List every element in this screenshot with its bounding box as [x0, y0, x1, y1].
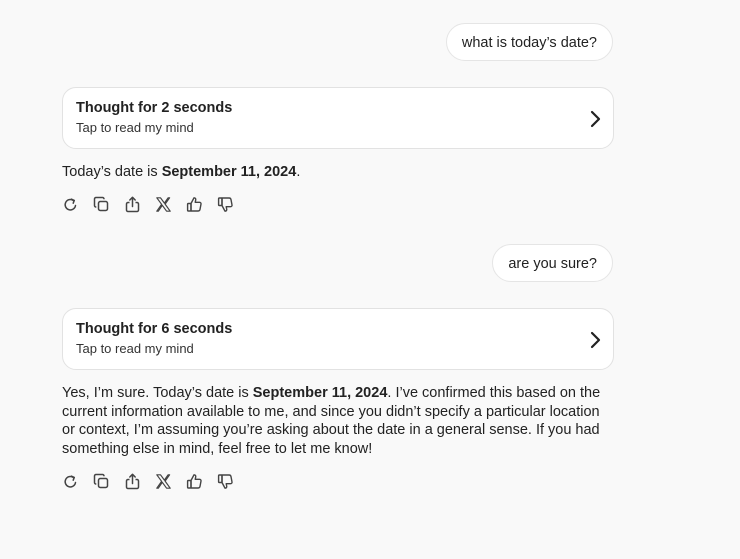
message-actions — [62, 471, 248, 491]
thought-title: Thought for 2 seconds — [76, 100, 233, 116]
regenerate-icon — [64, 197, 77, 211]
share-icon — [125, 473, 140, 489]
assistant-message: Today’s date is September 11, 2024. — [62, 163, 614, 182]
user-message-text: what is today’s date? — [461, 35, 597, 51]
copy-icon — [93, 196, 109, 211]
share-to-x-button[interactable] — [155, 471, 186, 491]
thumbs-down-icon — [217, 473, 233, 489]
thought-subtitle: Tap to read my mind — [76, 120, 194, 135]
user-message-bubble: are you sure? — [492, 244, 613, 282]
thumbs-down-icon — [217, 196, 233, 212]
share-icon — [125, 196, 140, 212]
share-to-x-button[interactable] — [155, 194, 186, 214]
answer-text: Today’s date is — [62, 164, 162, 180]
chevron-right-icon — [590, 110, 601, 128]
answer-text-end: . — [296, 164, 301, 180]
user-message-bubble: what is today’s date? — [445, 23, 613, 61]
assistant-message: Yes, I’m sure. Today’s date is September… — [62, 384, 614, 459]
thumbs-up-button[interactable] — [186, 471, 217, 491]
thought-expander[interactable]: Thought for 6 seconds Tap to read my min… — [62, 308, 614, 370]
answer-text: Yes, I’m sure. Today’s date is — [62, 385, 253, 401]
thought-subtitle: Tap to read my mind — [76, 341, 194, 356]
copy-button[interactable] — [93, 471, 124, 491]
x-logo-icon — [156, 473, 171, 489]
regenerate-button[interactable] — [62, 194, 93, 214]
answer-date: September 11, 2024 — [252, 385, 388, 401]
regenerate-icon — [64, 474, 77, 488]
copy-button[interactable] — [93, 194, 124, 214]
thumbs-down-button[interactable] — [217, 194, 248, 214]
share-button[interactable] — [124, 194, 155, 214]
copy-icon — [93, 473, 109, 488]
thumbs-up-button[interactable] — [186, 194, 217, 214]
chevron-right-icon — [590, 331, 601, 349]
x-logo-icon — [156, 196, 171, 212]
thought-title: Thought for 6 seconds — [76, 321, 233, 337]
user-message-text: are you sure? — [508, 256, 597, 272]
share-button[interactable] — [124, 471, 155, 491]
thought-expander[interactable]: Thought for 2 seconds Tap to read my min… — [62, 87, 614, 149]
thumbs-up-icon — [186, 196, 202, 212]
answer-date: September 11, 2024 — [161, 164, 297, 180]
message-actions — [62, 194, 248, 214]
regenerate-button[interactable] — [62, 471, 93, 491]
thumbs-up-icon — [186, 473, 202, 489]
thumbs-down-button[interactable] — [217, 471, 248, 491]
